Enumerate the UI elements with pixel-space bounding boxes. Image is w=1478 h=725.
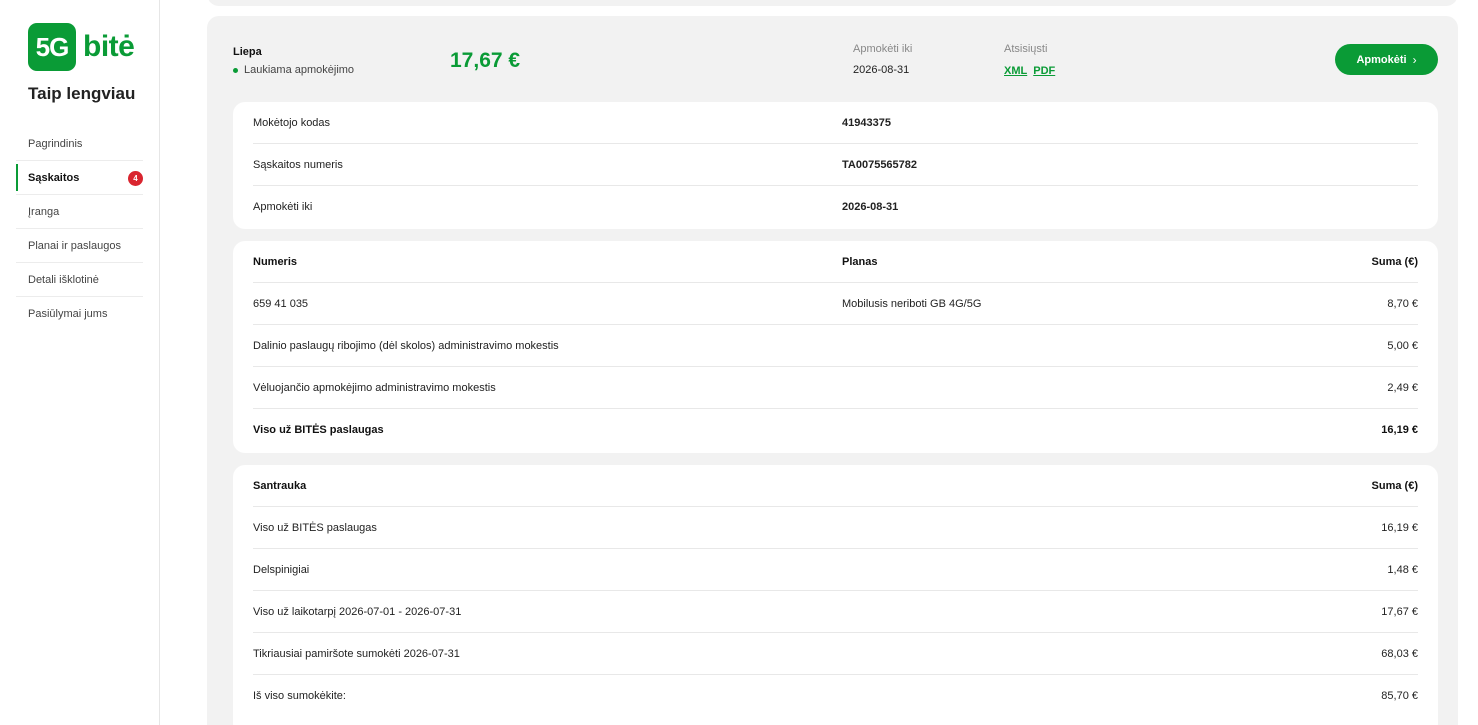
table-header-row: Numeris Planas Suma (€) — [253, 241, 1418, 283]
bite-logo[interactable]: 5G bitė — [28, 23, 135, 71]
summary-label: Iš viso sumokėkite: — [253, 690, 346, 702]
notification-badge: 4 — [128, 171, 143, 186]
invoice-header: Liepa Laukiama apmokėjimo 17,67 € Apmokė… — [207, 16, 1458, 102]
column-header-sum: Suma (€) — [1371, 479, 1418, 492]
main-content: Liepa Laukiama apmokėjimo 17,67 € Apmokė… — [160, 0, 1478, 725]
sidebar-item-pasiulymai[interactable]: Pasiūlymai jums — [16, 297, 143, 331]
total-label: Viso už BITĖS paslaugas — [253, 424, 384, 436]
sidebar-item-iranga[interactable]: Įranga — [16, 195, 143, 229]
summary-sum: 68,03 € — [1381, 647, 1418, 660]
summary-sum: 17,67 € — [1381, 605, 1418, 618]
summary-sum: 85,70 € — [1381, 690, 1418, 702]
pay-button[interactable]: Apmokėti › — [1335, 44, 1438, 75]
info-label: Sąskaitos numeris — [253, 158, 343, 171]
line-number: Dalinio paslaugų ribojimo (dėl skolos) a… — [253, 339, 559, 352]
status-dot-icon — [233, 67, 238, 73]
sidebar: 5G bitė Taip lengviau Pagrindinis Sąskai… — [0, 0, 160, 725]
download-xml-link[interactable]: XML — [1004, 65, 1027, 77]
tagline: Taip lengviau — [28, 84, 136, 103]
table-row: Vėluojančio apmokėjimo administravimo mo… — [253, 367, 1418, 409]
summary-label: Delspinigiai — [253, 563, 310, 576]
due-label: Apmokėti iki — [853, 43, 913, 55]
table-row: Tikriausiai pamiršote sumokėti 2026-07-3… — [253, 633, 1418, 675]
line-sum: 5,00 € — [1387, 339, 1418, 352]
invoice-lines-card: Numeris Planas Suma (€) 659 41 035 Mobil… — [233, 241, 1438, 453]
line-sum: 2,49 € — [1387, 381, 1418, 394]
sidebar-item-isklotine[interactable]: Detali išklotinė — [16, 263, 143, 297]
summary-label: Tikriausiai pamiršote sumokėti 2026-07-3… — [253, 647, 460, 660]
line-plan: Mobilusis neriboti GB 4G/5G — [842, 297, 982, 310]
column-header-sum: Suma (€) — [1371, 255, 1418, 268]
column-header-number: Numeris — [253, 255, 298, 268]
summary-label: Viso už BITĖS paslaugas — [253, 521, 377, 534]
sidebar-nav: Pagrindinis Sąskaitos 4 Įranga Planai ir… — [16, 127, 143, 331]
info-row: Sąskaitos numeris TA0075565782 — [253, 144, 1418, 186]
table-row: Dalinio paslaugų ribojimo (dėl skolos) a… — [253, 325, 1418, 367]
info-row: Apmokėti iki 2026-08-31 — [253, 186, 1418, 228]
column-header-summary: Santrauka — [253, 479, 307, 492]
status-text: Laukiama apmokėjimo — [244, 64, 355, 76]
chevron-right-icon: › — [1412, 52, 1417, 67]
table-row: Viso už BITĖS paslaugas 16,19 € — [253, 507, 1418, 549]
due-date: 2026-08-31 — [853, 64, 910, 76]
previous-invoice-card-edge — [207, 0, 1458, 6]
table-row: Iš viso sumokėkite: 85,70 € — [253, 675, 1418, 717]
total-sum: 16,19 € — [1381, 424, 1418, 436]
table-row: 659 41 035 Mobilusis neriboti GB 4G/5G 8… — [253, 283, 1418, 325]
info-value: 41943375 — [842, 116, 891, 129]
info-label: Apmokėti iki — [253, 201, 313, 213]
download-pdf-link[interactable]: PDF — [1033, 65, 1055, 77]
summary-label: Viso už laikotarpį 2026-07-01 - 2026-07-… — [253, 605, 462, 618]
invoice-status: Laukiama apmokėjimo — [233, 64, 354, 76]
column-header-plan: Planas — [842, 255, 878, 268]
logo-5g-box: 5G — [28, 23, 76, 71]
logo-wordmark: bitė — [83, 30, 135, 63]
sidebar-item-pagrindinis[interactable]: Pagrindinis — [16, 127, 143, 161]
invoice-amount: 17,67 € — [450, 49, 521, 72]
info-value: 2026-08-31 — [842, 201, 899, 213]
table-header-row: Santrauka Suma (€) — [253, 465, 1418, 507]
summary-sum: 16,19 € — [1381, 521, 1418, 534]
line-number: Vėluojančio apmokėjimo administravimo mo… — [253, 381, 496, 394]
table-row: Viso už laikotarpį 2026-07-01 - 2026-07-… — [253, 591, 1418, 633]
line-sum: 8,70 € — [1387, 297, 1418, 310]
download-label: Atsisiųsti — [1004, 43, 1048, 55]
info-row: Mokėtojo kodas 41943375 — [253, 102, 1418, 144]
pay-button-label: Apmokėti — [1356, 53, 1407, 66]
sidebar-item-label: Sąskaitos — [28, 171, 80, 184]
invoice-month: Liepa — [233, 46, 262, 58]
table-row: Delspinigiai 1,48 € — [253, 549, 1418, 591]
sidebar-item-saskaitos[interactable]: Sąskaitos 4 — [16, 161, 143, 195]
table-total-row: Viso už BITĖS paslaugas 16,19 € — [253, 409, 1418, 451]
invoice-info-card: Mokėtojo kodas 41943375 Sąskaitos numeri… — [233, 102, 1438, 229]
summary-sum: 1,48 € — [1387, 563, 1418, 576]
info-label: Mokėtojo kodas — [253, 116, 331, 129]
summary-card: Santrauka Suma (€) Viso už BITĖS paslaug… — [233, 465, 1438, 725]
download-links: XML PDF — [1004, 65, 1055, 77]
invoice-panel: Liepa Laukiama apmokėjimo 17,67 € Apmokė… — [207, 16, 1458, 725]
line-number: 659 41 035 — [253, 297, 309, 310]
sidebar-item-planai[interactable]: Planai ir paslaugos — [16, 229, 143, 263]
info-value: TA0075565782 — [842, 158, 918, 171]
